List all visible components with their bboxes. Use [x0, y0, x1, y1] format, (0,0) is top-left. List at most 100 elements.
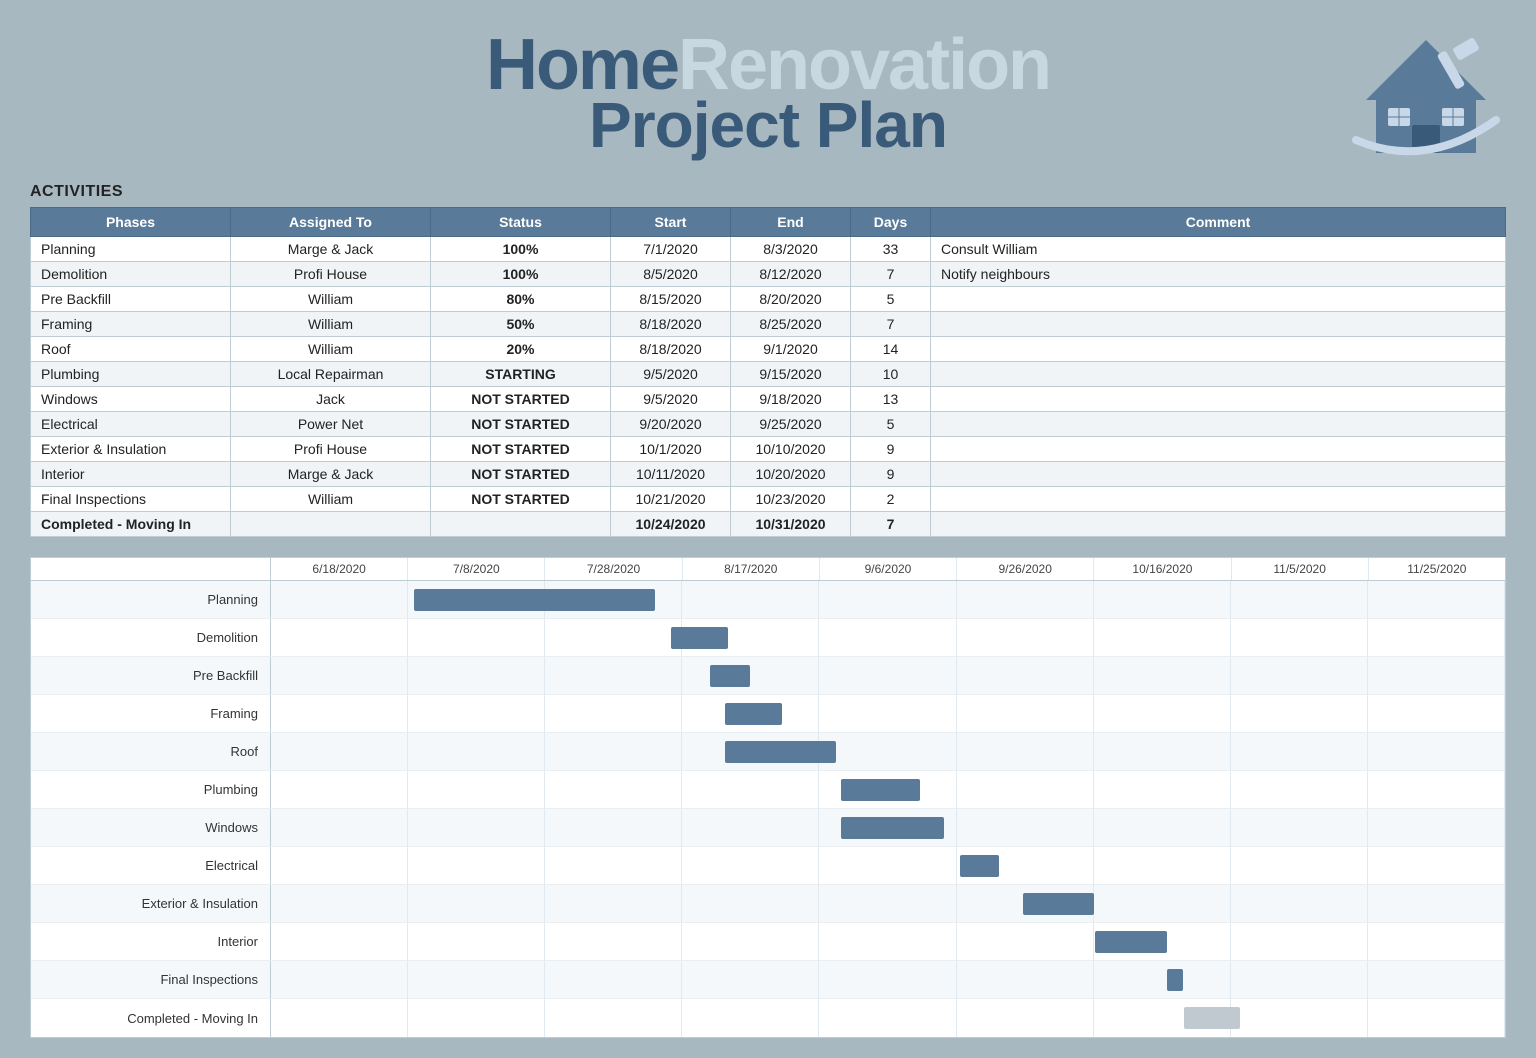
gantt-grid-line — [271, 657, 408, 694]
gantt-grid-line — [1231, 961, 1368, 998]
gantt-date-label: 7/8/2020 — [408, 558, 545, 580]
gantt-row: Framing — [31, 695, 1505, 733]
title-block: Home Renovation Project Plan — [486, 29, 1050, 157]
cell-end: 10/31/2020 — [731, 512, 851, 537]
col-header-start: Start — [611, 208, 731, 237]
cell-status: STARTING — [431, 362, 611, 387]
gantt-row-bars — [271, 847, 1505, 884]
gantt-grid-line — [1231, 847, 1368, 884]
cell-status — [431, 512, 611, 537]
gantt-bar — [841, 817, 943, 839]
cell-assigned: William — [231, 337, 431, 362]
gantt-grid-line — [819, 847, 956, 884]
cell-comment — [931, 337, 1506, 362]
cell-assigned: William — [231, 312, 431, 337]
gantt-grid-line — [408, 847, 545, 884]
gantt-grid-line — [1368, 695, 1505, 732]
gantt-grid-line — [1368, 885, 1505, 922]
cell-comment — [931, 437, 1506, 462]
cell-days: 7 — [851, 312, 931, 337]
table-row: Final Inspections William NOT STARTED 10… — [31, 487, 1506, 512]
gantt-grid-line — [1368, 657, 1505, 694]
gantt-date-label: 11/25/2020 — [1369, 558, 1505, 580]
gantt-grid-line — [545, 847, 682, 884]
cell-days: 13 — [851, 387, 931, 412]
cell-phase: Exterior & Insulation — [31, 437, 231, 462]
gantt-grid-line — [957, 619, 1094, 656]
cell-days: 9 — [851, 437, 931, 462]
gantt-bar — [960, 855, 999, 877]
cell-assigned: Local Repairman — [231, 362, 431, 387]
cell-assigned: Marge & Jack — [231, 462, 431, 487]
cell-assigned: Jack — [231, 387, 431, 412]
gantt-row-label: Framing — [31, 695, 271, 732]
cell-end: 10/10/2020 — [731, 437, 851, 462]
gantt-row-bars — [271, 885, 1505, 922]
gantt-grid-line — [545, 923, 682, 960]
gantt-bar — [1095, 931, 1167, 953]
gantt-row-bars — [271, 771, 1505, 808]
gantt-row-label: Demolition — [31, 619, 271, 656]
cell-assigned: William — [231, 487, 431, 512]
gantt-date-label: 11/5/2020 — [1232, 558, 1369, 580]
gantt-grid-line — [1231, 923, 1368, 960]
table-row: Planning Marge & Jack 100% 7/1/2020 8/3/… — [31, 237, 1506, 262]
cell-comment — [931, 512, 1506, 537]
gantt-grid-line — [819, 619, 956, 656]
gantt-bar — [725, 703, 782, 725]
cell-start: 8/18/2020 — [611, 312, 731, 337]
cell-start: 7/1/2020 — [611, 237, 731, 262]
cell-start: 8/18/2020 — [611, 337, 731, 362]
cell-assigned: Marge & Jack — [231, 237, 431, 262]
cell-days: 10 — [851, 362, 931, 387]
cell-assigned: Profi House — [231, 437, 431, 462]
table-row: Demolition Profi House 100% 8/5/2020 8/1… — [31, 262, 1506, 287]
gantt-row-bars — [271, 657, 1505, 694]
gantt-bar — [841, 779, 920, 801]
cell-phase: Roof — [31, 337, 231, 362]
gantt-grid-line — [1368, 733, 1505, 770]
gantt-grid-line — [819, 885, 956, 922]
gantt-grid-line — [1094, 809, 1231, 846]
cell-days: 33 — [851, 237, 931, 262]
gantt-row-bars — [271, 923, 1505, 960]
cell-assigned: Power Net — [231, 412, 431, 437]
cell-status: NOT STARTED — [431, 462, 611, 487]
gantt-bar — [710, 665, 749, 687]
gantt-grid-line — [1231, 999, 1368, 1037]
gantt-grid-line — [682, 847, 819, 884]
gantt-date-label: 6/18/2020 — [271, 558, 408, 580]
cell-start: 8/15/2020 — [611, 287, 731, 312]
gantt-row-label: Interior — [31, 923, 271, 960]
cell-start: 10/24/2020 — [611, 512, 731, 537]
cell-status: 50% — [431, 312, 611, 337]
col-header-assigned: Assigned To — [231, 208, 431, 237]
cell-comment — [931, 362, 1506, 387]
cell-phase: Final Inspections — [31, 487, 231, 512]
gantt-grid-line — [1231, 657, 1368, 694]
gantt-grid-line — [957, 657, 1094, 694]
gantt-date-label: 10/16/2020 — [1094, 558, 1231, 580]
gantt-grid-line — [682, 961, 819, 998]
cell-end: 9/18/2020 — [731, 387, 851, 412]
cell-assigned — [231, 512, 431, 537]
gantt-grid-line — [957, 923, 1094, 960]
cell-days: 7 — [851, 512, 931, 537]
gantt-row-label: Roof — [31, 733, 271, 770]
cell-comment — [931, 312, 1506, 337]
gantt-grid-line — [957, 695, 1094, 732]
gantt-row-label: Electrical — [31, 847, 271, 884]
cell-status: 80% — [431, 287, 611, 312]
gantt-grid-line — [271, 885, 408, 922]
cell-assigned: Profi House — [231, 262, 431, 287]
gantt-grid-line — [1231, 733, 1368, 770]
gantt-grid-line — [1231, 809, 1368, 846]
cell-status: 100% — [431, 262, 611, 287]
page-header: Home Renovation Project Plan — [30, 20, 1506, 165]
gantt-row: Plumbing — [31, 771, 1505, 809]
gantt-grid-line — [1368, 809, 1505, 846]
gantt-grid-line — [271, 809, 408, 846]
gantt-grid-line — [1094, 581, 1231, 618]
gantt-row-bars — [271, 999, 1505, 1037]
gantt-grid-line — [957, 961, 1094, 998]
